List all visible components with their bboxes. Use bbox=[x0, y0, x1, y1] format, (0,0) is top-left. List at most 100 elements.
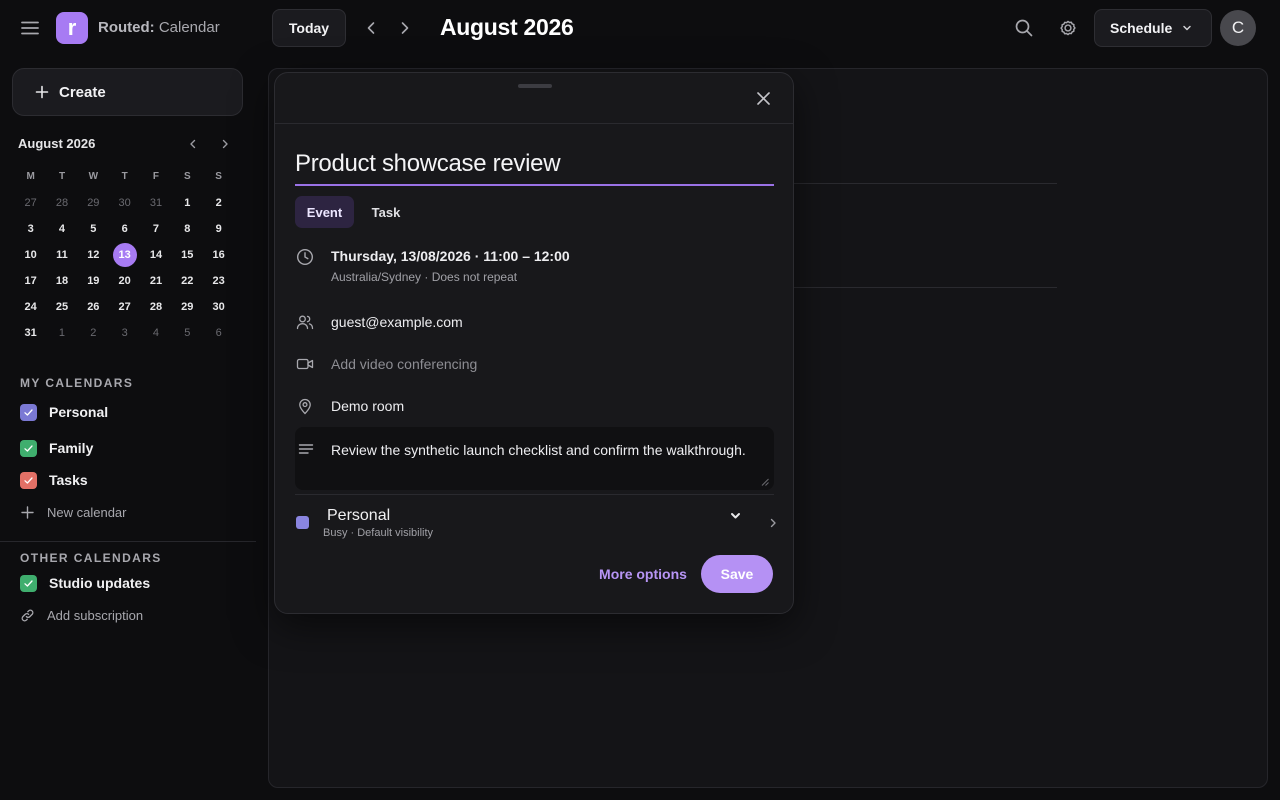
day-cell[interactable]: 1 bbox=[172, 191, 203, 215]
chevron-right-icon[interactable] bbox=[767, 517, 779, 529]
close-icon[interactable] bbox=[755, 90, 772, 107]
day-cell[interactable]: 20 bbox=[109, 269, 140, 293]
more-options-button[interactable]: More options bbox=[593, 556, 693, 592]
save-button[interactable]: Save bbox=[701, 555, 773, 593]
gear-icon[interactable] bbox=[1057, 17, 1079, 39]
day-cell[interactable]: 7 bbox=[140, 217, 171, 241]
day-number: 20 bbox=[118, 275, 131, 287]
day-cell[interactable]: 11 bbox=[46, 243, 77, 267]
resize-grip-icon[interactable] bbox=[761, 478, 769, 486]
tab-task[interactable]: Task bbox=[361, 196, 411, 228]
event-title-input[interactable] bbox=[295, 143, 774, 186]
selected-day[interactable]: 13 bbox=[109, 243, 140, 267]
day-number: 7 bbox=[152, 223, 160, 235]
tab-event[interactable]: Event bbox=[295, 196, 354, 228]
day-cell[interactable]: 15 bbox=[172, 243, 203, 267]
drag-handle[interactable] bbox=[518, 84, 552, 88]
calendar-name: Personal bbox=[49, 404, 109, 420]
day-cell[interactable]: 27 bbox=[15, 191, 46, 215]
day-number: 29 bbox=[181, 301, 194, 313]
day-cell[interactable]: 2 bbox=[78, 321, 109, 345]
calendar-item-studio-updates[interactable]: Studio updates bbox=[20, 573, 150, 593]
day-cell[interactable]: 6 bbox=[203, 321, 234, 345]
day-number: 29 bbox=[87, 197, 100, 209]
day-number: 31 bbox=[149, 197, 163, 209]
mini-calendar-title: August 2026 bbox=[18, 136, 96, 151]
day-cell[interactable]: 3 bbox=[15, 217, 46, 241]
new-calendar-link[interactable]: New calendar bbox=[20, 502, 127, 522]
event-location[interactable]: Demo room bbox=[331, 398, 404, 414]
search-icon[interactable] bbox=[1013, 17, 1035, 39]
day-cell[interactable]: 22 bbox=[172, 269, 203, 293]
calendar-item-tasks[interactable]: Tasks bbox=[20, 470, 88, 490]
calendar-item-family[interactable]: Family bbox=[20, 438, 93, 458]
weekday-label: T bbox=[58, 171, 66, 182]
calendar-select[interactable]: Personal bbox=[327, 507, 390, 525]
checkbox-checked-icon[interactable] bbox=[20, 403, 37, 421]
day-cell[interactable]: 25 bbox=[46, 295, 77, 319]
day-number: 1 bbox=[58, 327, 66, 339]
day-cell[interactable]: 23 bbox=[203, 269, 234, 293]
description-field[interactable]: Review the synthetic launch checklist an… bbox=[295, 427, 774, 490]
day-number: 21 bbox=[149, 275, 163, 287]
chevron-down-icon[interactable] bbox=[729, 509, 742, 522]
event-timezone-repeat[interactable]: Australia/Sydney · Does not repeat bbox=[331, 270, 517, 284]
view-selector[interactable]: Schedule bbox=[1094, 9, 1212, 47]
day-cell[interactable]: 16 bbox=[203, 243, 234, 267]
day-cell[interactable]: 24 bbox=[15, 295, 46, 319]
checkbox-checked-icon[interactable] bbox=[20, 439, 37, 457]
day-cell[interactable]: 21 bbox=[140, 269, 171, 293]
day-number: 26 bbox=[87, 301, 100, 313]
day-cell[interactable]: 29 bbox=[78, 191, 109, 215]
day-cell[interactable]: 8 bbox=[172, 217, 203, 241]
calendar-item-personal[interactable]: Personal bbox=[20, 402, 108, 422]
guest-email[interactable]: guest@example.com bbox=[331, 314, 463, 330]
weekday-label: W bbox=[88, 171, 99, 182]
previous-month-icon[interactable] bbox=[360, 17, 382, 39]
day-cell[interactable]: 10 bbox=[15, 243, 46, 267]
day-number: 28 bbox=[149, 301, 163, 313]
day-cell[interactable]: 17 bbox=[15, 269, 46, 293]
day-number: 28 bbox=[55, 197, 69, 209]
description-icon bbox=[297, 440, 315, 458]
create-button[interactable]: Create bbox=[12, 68, 243, 116]
day-cell[interactable]: 4 bbox=[140, 321, 171, 345]
next-month-icon[interactable] bbox=[394, 17, 416, 39]
day-cell[interactable]: 6 bbox=[109, 217, 140, 241]
day-cell[interactable]: 2 bbox=[203, 191, 234, 215]
checkbox-checked-icon[interactable] bbox=[20, 471, 37, 489]
event-datetime[interactable]: Thursday, 13/08/2026 · 11:00 – 12:00 bbox=[331, 248, 570, 264]
day-cell[interactable]: 5 bbox=[172, 321, 203, 345]
day-cell[interactable]: 9 bbox=[203, 217, 234, 241]
day-cell[interactable]: 28 bbox=[140, 295, 171, 319]
mini-previous-icon[interactable] bbox=[186, 137, 200, 151]
day-cell[interactable]: 28 bbox=[46, 191, 77, 215]
day-cell[interactable]: 4 bbox=[46, 217, 77, 241]
day-cell[interactable]: 31 bbox=[15, 321, 46, 345]
day-cell[interactable]: 27 bbox=[109, 295, 140, 319]
weekday-label: T bbox=[121, 171, 128, 182]
checkbox-checked-icon[interactable] bbox=[20, 574, 37, 592]
day-cell[interactable]: 29 bbox=[172, 295, 203, 319]
day-cell[interactable]: 1 bbox=[46, 321, 77, 345]
add-subscription-link[interactable]: Add subscription bbox=[20, 605, 143, 625]
day-number: 5 bbox=[184, 327, 191, 339]
day-cell[interactable]: 18 bbox=[46, 269, 77, 293]
menu-icon[interactable] bbox=[18, 16, 42, 40]
day-cell[interactable]: 12 bbox=[78, 243, 109, 267]
day-cell[interactable]: 31 bbox=[140, 191, 171, 215]
day-cell[interactable]: 30 bbox=[203, 295, 234, 319]
add-video-conferencing[interactable]: Add video conferencing bbox=[331, 356, 477, 372]
today-button[interactable]: Today bbox=[272, 9, 346, 47]
day-cell[interactable]: 19 bbox=[78, 269, 109, 293]
week-row: 27 28 29 30 31 1 2 bbox=[15, 190, 250, 216]
day-number: 18 bbox=[55, 275, 69, 287]
day-cell[interactable]: 30 bbox=[109, 191, 140, 215]
mini-next-icon[interactable] bbox=[218, 137, 232, 151]
day-cell[interactable]: 3 bbox=[109, 321, 140, 345]
day-cell[interactable]: 26 bbox=[78, 295, 109, 319]
day-cell[interactable]: 14 bbox=[140, 243, 171, 267]
chevron-down-icon bbox=[1181, 22, 1193, 34]
avatar[interactable]: C bbox=[1220, 10, 1256, 46]
day-cell[interactable]: 5 bbox=[78, 217, 109, 241]
